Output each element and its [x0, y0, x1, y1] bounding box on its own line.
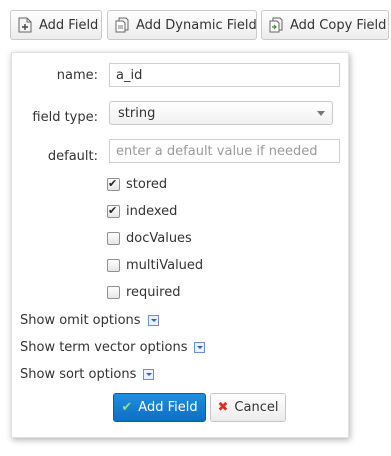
add-field-panel: name: field type: string default: ✔ stor… — [11, 52, 349, 438]
default-row: default: — [12, 139, 348, 164]
field-type-value: string — [118, 105, 156, 121]
name-row: name: — [12, 63, 348, 87]
checkmark-icon: ✔ — [121, 400, 133, 415]
checkbox-multivalued-label: multiValued — [126, 258, 204, 273]
show-omit-options-label: Show omit options — [20, 313, 141, 328]
x-icon: ✖ — [217, 400, 229, 415]
checkbox-docvalues-label: docValues — [126, 231, 192, 246]
chevron-down-icon — [317, 111, 325, 116]
checkbox-indexed-label: indexed — [126, 204, 178, 219]
add-dynamic-field-button[interactable]: Add Dynamic Field — [107, 10, 257, 40]
name-label: name: — [56, 68, 98, 83]
checkbox-multivalued-box[interactable] — [107, 259, 120, 272]
checkbox-required-label: required — [126, 285, 181, 300]
document-add-icon — [18, 17, 32, 33]
checkmark-icon: ✔ — [108, 177, 118, 190]
checkbox-required-box[interactable] — [107, 286, 120, 299]
add-dynamic-field-label: Add Dynamic Field — [136, 17, 257, 33]
field-type-row: field type: string — [12, 101, 348, 125]
checkbox-multivalued[interactable]: multiValued — [107, 258, 203, 273]
default-label: default: — [47, 149, 98, 164]
show-term-vector-options-toggle[interactable]: Show term vector options — [20, 340, 206, 355]
checkbox-docvalues-box[interactable] — [107, 232, 120, 245]
checkbox-indexed[interactable]: ✔ indexed — [107, 204, 177, 219]
submit-add-field-label: Add Field — [138, 400, 198, 415]
default-input[interactable] — [109, 139, 340, 163]
add-copy-field-label: Add Copy Field — [290, 17, 387, 33]
checkbox-docvalues[interactable]: docValues — [107, 231, 192, 246]
field-type-label: field type: — [32, 110, 98, 125]
field-type-select[interactable]: string — [109, 101, 333, 125]
show-sort-options-toggle[interactable]: Show sort options — [20, 367, 155, 382]
checkbox-stored-box[interactable]: ✔ — [107, 177, 120, 191]
document-copy-icon — [269, 17, 283, 33]
cancel-label: Cancel — [234, 400, 279, 415]
checkmark-icon: ✔ — [108, 204, 118, 217]
show-omit-options-toggle[interactable]: Show omit options — [20, 313, 159, 328]
expand-arrow-icon[interactable] — [194, 342, 206, 353]
cancel-button[interactable]: ✖ Cancel — [210, 393, 286, 422]
expand-arrow-icon[interactable] — [147, 315, 159, 326]
checkbox-stored-label: stored — [126, 177, 168, 192]
checkbox-required[interactable]: required — [107, 285, 180, 300]
document-stack-icon — [115, 17, 129, 33]
add-field-label: Add Field — [39, 17, 99, 33]
add-copy-field-button[interactable]: Add Copy Field — [261, 10, 389, 40]
checkbox-indexed-box[interactable]: ✔ — [107, 204, 120, 218]
expand-arrow-icon[interactable] — [143, 369, 155, 380]
name-input[interactable] — [109, 63, 340, 87]
show-term-vector-options-label: Show term vector options — [20, 340, 188, 355]
show-sort-options-label: Show sort options — [20, 367, 137, 382]
checkbox-stored[interactable]: ✔ stored — [107, 177, 167, 192]
add-field-button[interactable]: Add Field — [10, 10, 102, 40]
submit-add-field-button[interactable]: ✔ Add Field — [113, 393, 206, 422]
